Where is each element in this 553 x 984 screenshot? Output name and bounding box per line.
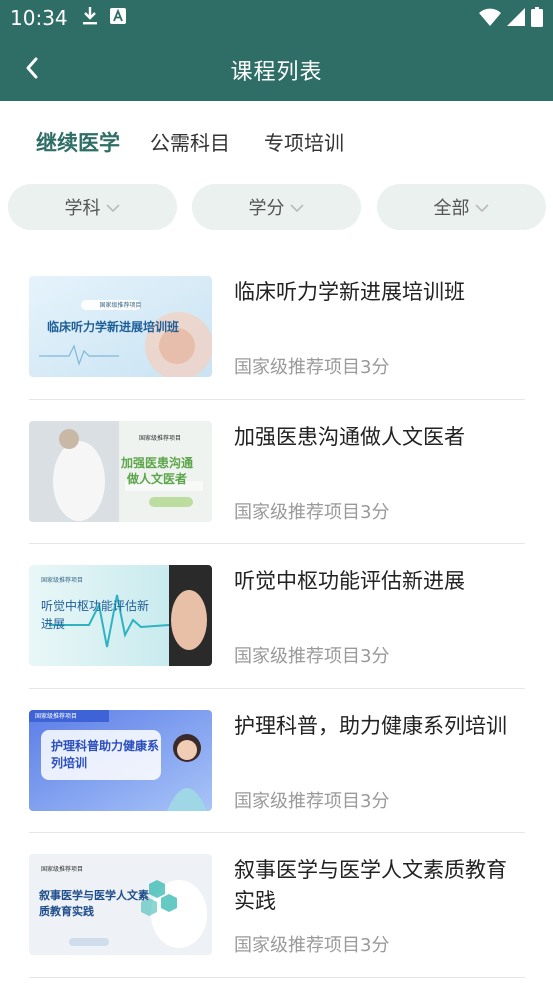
thumbnail-tag: 国家级推荐项目 (35, 712, 78, 720)
course-title: 护理科普，助力健康系列培训 (234, 713, 507, 738)
filter-credit-dropdown[interactable]: 学分 (192, 184, 361, 230)
filter-bar: 学科 学分 全部 (0, 184, 553, 231)
thumbnail-tag: 国家级推荐项目 (41, 577, 84, 584)
thumbnail-title: 加强医患沟通做人文医者 (120, 455, 193, 486)
thumbnail-title: 临床听力学新进展培训班 (47, 320, 180, 334)
tab-public-subjects[interactable]: 公需科目 (150, 127, 230, 156)
course-title: 听觉中枢功能评估新进展 (234, 569, 465, 593)
download-icon (82, 6, 98, 30)
course-list-item[interactable]: 国家级推荐项目 临床听力学新进展培训班 临床听力学新进展培训班 国家级推荐项目3… (29, 255, 525, 400)
course-meta: 国家级推荐项目3分 (234, 646, 390, 667)
course-meta: 国家级推荐项目3分 (234, 935, 390, 956)
app-notification-icon (110, 8, 126, 28)
course-list: 国家级推荐项目 临床听力学新进展培训班 临床听力学新进展培训班 国家级推荐项目3… (29, 255, 525, 978)
course-meta: 国家级推荐项目3分 (234, 357, 390, 378)
tab-special-training[interactable]: 专项培训 (264, 127, 344, 156)
page-title: 课程列表 (230, 60, 323, 85)
wifi-icon (479, 8, 501, 30)
tab-continuing-medicine[interactable]: 继续医学 (36, 127, 120, 157)
course-list-item[interactable]: 国家级推荐项目 加强医患沟通做人文医者 加强医患沟通做人文医者 国家级推荐项目3… (29, 400, 525, 544)
course-meta: 国家级推荐项目3分 (234, 501, 390, 523)
nav-bar: 课程列表 (0, 38, 553, 101)
battery-icon (531, 7, 543, 31)
thumbnail-title: 听觉中枢功能评估新进展 (41, 599, 150, 631)
filter-label: 学分 (248, 198, 285, 219)
thumbnail-title: 叙事医学与医学人文素质教育实践 (39, 889, 149, 918)
filter-label: 全部 (433, 198, 470, 219)
course-list-item[interactable]: 国家级推荐项目 护理科普助力健康系列培训 护理科普，助力健康系列培训 国家级推荐… (29, 689, 525, 833)
course-thumbnail: 国家级推荐项目 听觉中枢功能评估新进展 (29, 565, 212, 666)
filter-all-dropdown[interactable]: 全部 (377, 184, 546, 230)
chevron-down-icon (105, 197, 121, 218)
status-bar: 10:34 (0, 0, 553, 38)
app-header: 10:34 课程列表 (0, 0, 553, 101)
course-list-item[interactable]: 国家级推荐项目 叙事医学与医学人文素质教育实践 叙事医学与医学人文素质教育实践 … (29, 833, 525, 978)
filter-subject-dropdown[interactable]: 学科 (8, 184, 177, 230)
thumbnail-tag: 国家级推荐项目 (99, 302, 142, 309)
cellular-signal-icon (507, 8, 525, 30)
filter-label: 学科 (64, 198, 101, 219)
status-time: 10:34 (10, 6, 68, 30)
chevron-down-icon (289, 197, 305, 218)
thumbnail-title: 护理科普助力健康系列培训 (51, 738, 160, 770)
thumbnail-tag: 国家级推荐项目 (139, 434, 182, 442)
chevron-down-icon (474, 197, 490, 218)
course-title: 叙事医学与医学人文素质教育实践 (234, 858, 507, 913)
category-tabs: 继续医学 公需科目 专项培训 (0, 101, 553, 175)
course-title: 临床听力学新进展培训班 (234, 280, 465, 304)
course-meta: 国家级推荐项目3分 (234, 790, 390, 812)
course-thumbnail: 国家级推荐项目 叙事医学与医学人文素质教育实践 (29, 854, 212, 955)
course-title: 加强医患沟通做人文医者 (234, 424, 465, 449)
course-thumbnail: 国家级推荐项目 加强医患沟通做人文医者 (29, 420, 212, 522)
course-thumbnail: 国家级推荐项目 护理科普助力健康系列培训 (29, 709, 212, 811)
course-thumbnail: 国家级推荐项目 临床听力学新进展培训班 (29, 276, 212, 377)
thumbnail-tag: 国家级推荐项目 (41, 866, 84, 873)
course-list-item[interactable]: 国家级推荐项目 听觉中枢功能评估新进展 听觉中枢功能评估新进展 国家级推荐项目3… (29, 544, 525, 689)
